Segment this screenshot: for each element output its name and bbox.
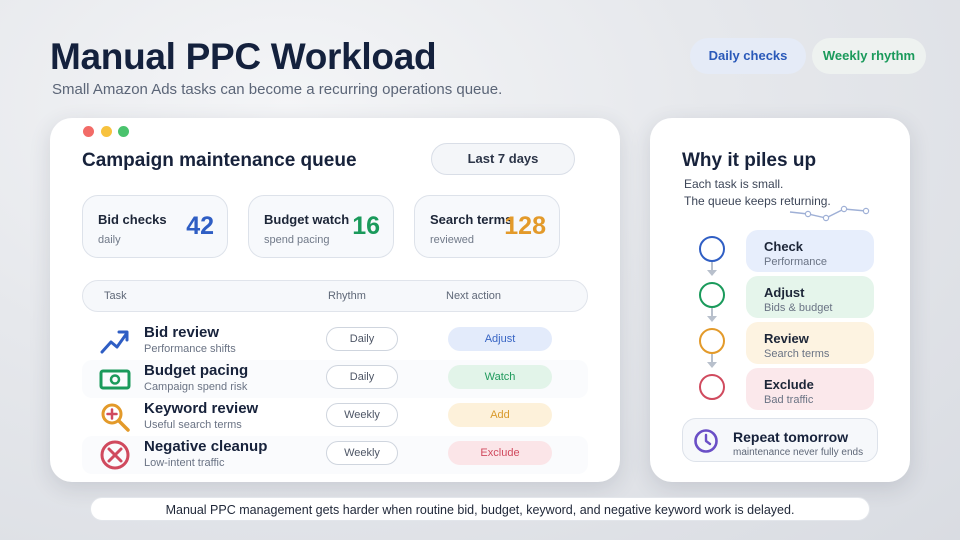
step-review[interactable]: Review Search terms <box>746 322 874 364</box>
step-ring-icon <box>699 328 725 354</box>
queue-title: Campaign maintenance queue <box>82 150 357 171</box>
rhythm-badge[interactable]: Weekly <box>326 403 398 427</box>
window-minimize-dot[interactable] <box>101 126 112 137</box>
column-header-rhythm: Rhythm <box>328 290 366 302</box>
money-icon <box>99 369 131 390</box>
stat-label: Bid checks <box>98 212 167 227</box>
task-title: Negative cleanup <box>144 438 268 455</box>
task-title: Bid review <box>144 324 220 341</box>
trend-up-icon <box>100 330 129 354</box>
sparkline-icon <box>789 205 870 222</box>
rhythm-badge[interactable]: Daily <box>326 327 398 351</box>
page-subtitle: Small Amazon Ads tasks can become a recu… <box>52 81 503 98</box>
table-row[interactable]: Keyword review Useful search terms Weekl… <box>82 398 588 436</box>
why-it-piles-up-card: Why it piles up Each task is small. The … <box>650 118 910 482</box>
task-title: Keyword review <box>144 400 259 417</box>
weekly-rhythm-pill[interactable]: Weekly rhythm <box>812 38 926 74</box>
repeat-subtitle: maintenance never fully ends <box>733 447 864 458</box>
task-subtitle: Useful search terms <box>144 419 242 431</box>
stat-value: 128 <box>504 212 546 240</box>
stat-sub: daily <box>98 234 121 246</box>
page-title: Manual PPC Workload <box>50 36 437 77</box>
stat-label: Search terms <box>430 212 513 227</box>
stat-card-budget-watch: Budget watch spend pacing 16 <box>248 195 394 258</box>
repeat-title: Repeat tomorrow <box>733 429 849 445</box>
flow-arrow-icon <box>707 270 717 276</box>
step-title: Exclude <box>764 377 814 392</box>
task-title: Budget pacing <box>144 362 249 379</box>
stat-sub: spend pacing <box>264 234 330 246</box>
rhythm-badge[interactable]: Daily <box>326 365 398 389</box>
next-action-button[interactable]: Exclude <box>448 441 552 465</box>
stat-card-bid-checks: Bid checks daily 42 <box>82 195 228 258</box>
side-title: Why it piles up <box>682 150 817 171</box>
table-row[interactable]: Negative cleanup Low-intent traffic Week… <box>82 436 588 474</box>
rhythm-badge[interactable]: Weekly <box>326 441 398 465</box>
step-ring-icon <box>699 374 725 400</box>
window-close-dot[interactable] <box>83 126 94 137</box>
table-row[interactable]: Bid review Performance shifts Daily Adju… <box>82 322 588 360</box>
step-check[interactable]: Check Performance <box>746 230 874 272</box>
step-exclude[interactable]: Exclude Bad traffic <box>746 368 874 410</box>
step-subtitle: Search terms <box>764 348 830 360</box>
task-subtitle: Performance shifts <box>144 343 236 355</box>
window-maximize-dot[interactable] <box>118 126 129 137</box>
step-title: Adjust <box>764 285 805 300</box>
step-adjust[interactable]: Adjust Bids & budget <box>746 276 874 318</box>
side-line-1: Each task is small. <box>684 177 784 191</box>
task-subtitle: Low-intent traffic <box>144 457 225 469</box>
daily-checks-pill[interactable]: Daily checks <box>690 38 806 74</box>
step-title: Check <box>764 239 804 254</box>
next-action-button[interactable]: Adjust <box>448 327 552 351</box>
flow-arrow-icon <box>707 362 717 368</box>
stat-card-search-terms: Search terms reviewed 128 <box>414 195 560 258</box>
cancel-circle-icon <box>100 440 130 470</box>
step-subtitle: Bids & budget <box>764 302 833 314</box>
footer-caption: Manual PPC management gets harder when r… <box>90 497 870 521</box>
clock-icon <box>694 429 718 453</box>
maintenance-queue-card: Campaign maintenance queue Last 7 days B… <box>50 118 620 482</box>
date-range-button[interactable]: Last 7 days <box>431 143 575 175</box>
column-header-next-action: Next action <box>446 290 502 302</box>
stat-value: 16 <box>352 212 380 240</box>
step-subtitle: Performance <box>764 256 827 268</box>
stat-label: Budget watch <box>264 212 350 227</box>
next-action-button[interactable]: Add <box>448 403 552 427</box>
repeat-tomorrow-card[interactable]: Repeat tomorrow maintenance never fully … <box>682 418 878 462</box>
next-action-button[interactable]: Watch <box>448 365 552 389</box>
table-header: Task Rhythm Next action <box>82 280 588 312</box>
magnifier-plus-icon <box>101 403 130 432</box>
column-header-task: Task <box>104 290 127 302</box>
step-title: Review <box>764 331 809 346</box>
step-ring-icon <box>699 236 725 262</box>
step-ring-icon <box>699 282 725 308</box>
stat-value: 42 <box>186 212 214 240</box>
step-subtitle: Bad traffic <box>764 394 814 406</box>
table-row[interactable]: Budget pacing Campaign spend risk Daily … <box>82 360 588 398</box>
task-subtitle: Campaign spend risk <box>144 381 248 393</box>
flow-arrow-icon <box>707 316 717 322</box>
stat-sub: reviewed <box>430 234 475 246</box>
